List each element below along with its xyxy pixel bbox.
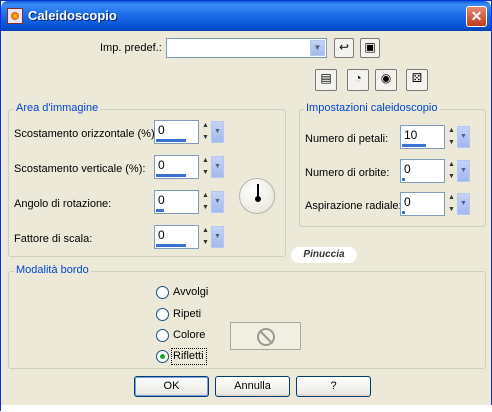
dialog-window: Caleidoscopio ✕ Imp. predef.: ▼ ↩ ▣ ▤ ◔ … (0, 0, 492, 412)
app-icon (7, 8, 23, 24)
chevron-down-icon[interactable]: ▼ (211, 226, 224, 248)
arrow-down-icon[interactable]: ▼ (200, 237, 211, 249)
edge-mode-group (8, 271, 486, 369)
eye-icon: ◉ (380, 71, 392, 85)
disabled-icon (257, 328, 275, 346)
chevron-down-icon[interactable]: ▼ (211, 191, 224, 213)
floppy-disk-icon: ▣ (364, 40, 376, 54)
radio-ripeti[interactable] (156, 308, 169, 321)
petals-value: 10 (404, 128, 418, 142)
arrow-up-icon[interactable]: ▲ (200, 120, 211, 132)
v-offset-bar (156, 174, 186, 177)
chevron-down-icon[interactable]: ▼ (310, 40, 325, 56)
v-offset-updown[interactable]: ▲ ▼ (200, 155, 211, 179)
rotation-dial[interactable] (239, 178, 275, 214)
eye-lock-icon: ◔ (354, 71, 362, 85)
arrow-up-icon[interactable]: ▲ (446, 159, 457, 171)
arrow-down-icon[interactable]: ▼ (200, 132, 211, 144)
orbits-input[interactable]: 0 (400, 159, 445, 183)
dice-icon: ⚄ (411, 71, 423, 85)
arrow-down-icon[interactable]: ▼ (200, 167, 211, 179)
edge-color-swatch[interactable] (230, 322, 301, 350)
toolbar-button-4[interactable]: ⚄ (406, 69, 428, 91)
radial-suction-value: 0 (404, 195, 411, 209)
h-offset-updown[interactable]: ▲ ▼ (200, 120, 211, 144)
arrow-up-icon[interactable]: ▲ (446, 125, 457, 137)
focus-rectangle (171, 348, 207, 365)
radio-rifletti[interactable] (156, 350, 169, 363)
image-area-title: Area d'immagine (14, 102, 101, 114)
h-offset-bar (156, 139, 186, 142)
arrow-down-icon[interactable]: ▼ (446, 204, 457, 216)
preset-label: Imp. predef.: (100, 42, 162, 54)
orbits-value: 0 (404, 162, 411, 176)
radial-suction-input[interactable]: 0 (400, 192, 445, 216)
rotation-bar (156, 209, 164, 212)
scale-label: Fattore di scala: (14, 233, 93, 245)
close-button[interactable]: ✕ (466, 6, 487, 27)
dial-center (255, 196, 261, 202)
rotation-input[interactable]: 0 (154, 190, 199, 214)
window-layout-icon: ▤ (320, 71, 332, 85)
chevron-down-icon[interactable]: ▼ (211, 156, 224, 178)
arrow-up-icon[interactable]: ▲ (200, 190, 211, 202)
kaleido-settings-title: Impostazioni caleidoscopio (304, 102, 440, 114)
rotation-value: 0 (158, 193, 165, 207)
radial-suction-bar (402, 211, 405, 214)
orbits-label: Numero di orbite: (305, 167, 390, 179)
v-offset-input[interactable]: 0 (154, 155, 199, 179)
arrow-up-icon[interactable]: ▲ (446, 192, 457, 204)
radio-avvolgi[interactable] (156, 286, 169, 299)
reset-preset-button[interactable]: ↩ (334, 38, 354, 58)
cancel-button[interactable]: Annulla (215, 376, 290, 397)
h-offset-value: 0 (158, 123, 165, 137)
petals-updown[interactable]: ▲ ▼ (446, 125, 457, 149)
scale-bar (156, 244, 186, 247)
scale-input[interactable]: 0 (154, 225, 199, 249)
toolbar-button-1[interactable]: ▤ (315, 69, 337, 91)
orbits-bar (402, 178, 405, 181)
undo-arrow-icon: ↩ (338, 40, 350, 54)
radio-avvolgi-label[interactable]: Avvolgi (173, 286, 208, 298)
window-title: Caleidoscopio (28, 8, 117, 23)
radio-colore[interactable] (156, 329, 169, 342)
arrow-up-icon[interactable]: ▲ (200, 225, 211, 237)
ok-button[interactable]: OK (134, 376, 209, 397)
petals-bar (402, 144, 426, 147)
v-offset-value: 0 (158, 158, 165, 172)
arrow-up-icon[interactable]: ▲ (200, 155, 211, 167)
title-bar[interactable]: Caleidoscopio ✕ (1, 1, 491, 31)
petals-input[interactable]: 10 (400, 125, 445, 149)
chevron-down-icon[interactable]: ▼ (457, 160, 470, 182)
edge-mode-title: Modalità bordo (14, 264, 91, 276)
radio-ripeti-label[interactable]: Ripeti (173, 308, 201, 320)
chevron-down-icon[interactable]: ▼ (457, 126, 470, 148)
chevron-down-icon[interactable]: ▼ (457, 193, 470, 215)
chevron-down-icon[interactable]: ▼ (211, 121, 224, 143)
preset-combo[interactable]: ▼ (166, 38, 327, 58)
h-offset-input[interactable]: 0 (154, 120, 199, 144)
arrow-down-icon[interactable]: ▼ (446, 171, 457, 183)
author-watermark: Pinuccia (291, 247, 357, 263)
orbits-updown[interactable]: ▲ ▼ (446, 159, 457, 183)
h-offset-label: Scostamento orizzontale (%): (14, 128, 158, 140)
arrow-down-icon[interactable]: ▼ (200, 202, 211, 214)
petals-label: Numero di petali: (305, 133, 389, 145)
scale-updown[interactable]: ▲ ▼ (200, 225, 211, 249)
help-button[interactable]: ? (296, 376, 371, 397)
scale-value: 0 (158, 228, 165, 242)
radial-suction-updown[interactable]: ▲ ▼ (446, 192, 457, 216)
save-preset-button[interactable]: ▣ (360, 38, 380, 58)
toolbar-button-2[interactable]: ◔ (347, 69, 369, 91)
radial-suction-label: Aspirazione radiale: (305, 200, 402, 212)
radio-colore-label[interactable]: Colore (173, 329, 205, 341)
rotation-label: Angolo di rotazione: (14, 198, 112, 210)
v-offset-label: Scostamento verticale (%): (14, 163, 146, 175)
arrow-down-icon[interactable]: ▼ (446, 137, 457, 149)
rotation-updown[interactable]: ▲ ▼ (200, 190, 211, 214)
toolbar-button-3[interactable]: ◉ (375, 69, 397, 91)
